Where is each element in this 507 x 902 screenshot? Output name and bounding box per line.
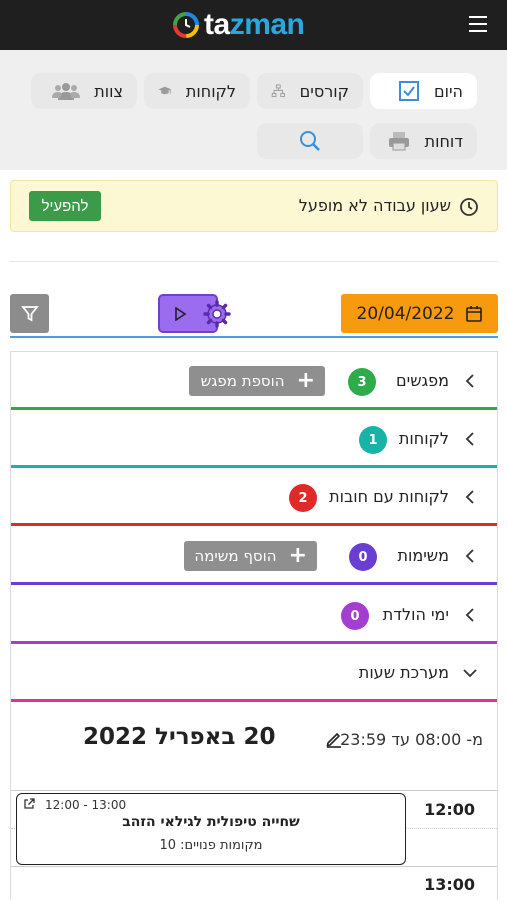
add-task-label: הוסף משימה xyxy=(194,547,277,565)
section-label: מערכת שעות xyxy=(358,663,449,682)
divider xyxy=(10,261,498,262)
section-color-line xyxy=(11,523,497,526)
nav-customers-button[interactable]: לקוחות xyxy=(144,73,250,109)
graduation-cap-icon xyxy=(158,86,172,95)
section-customers-with-debts[interactable]: לקוחות עם חובות 2 xyxy=(11,468,497,526)
date-picker-button[interactable]: 20/04/2022 xyxy=(341,294,498,333)
plus-icon: + xyxy=(288,543,307,568)
work-clock-alert: שעון עבודה לא מופעל להפעיל xyxy=(10,180,498,232)
add-meeting-label: הוספת מפגש xyxy=(200,372,285,390)
nav-team-label: צוות xyxy=(94,81,123,101)
section-meetings[interactable]: מפגשים 3 + הוספת מפגש xyxy=(11,352,497,410)
printer-icon xyxy=(388,132,409,151)
day-header: מ- 08:00 עד 23:59 20 באפריל 2022 xyxy=(11,702,497,787)
time-column: 12:00 13:00 xyxy=(409,791,497,902)
filter-button[interactable] xyxy=(10,294,49,333)
chevron-left-icon xyxy=(465,374,474,388)
users-icon xyxy=(52,83,81,100)
nav-reports-label: דוחות xyxy=(424,131,463,151)
checkbox-icon xyxy=(398,81,419,101)
add-meeting-button[interactable]: + הוספת מפגש xyxy=(189,366,325,396)
section-label: לקוחות עם חובות xyxy=(329,487,449,506)
alert-text: שעון עבודה לא מופעל xyxy=(298,196,451,215)
chevron-left-icon xyxy=(465,432,474,446)
section-customers[interactable]: לקוחות 1 xyxy=(11,410,497,468)
schedule-grid: 12:00 13:00 12:00 - 13:00 שחייה טיפולית … xyxy=(11,790,497,901)
main-nav: היום קורסים לקוחות צוות דוחות xyxy=(0,50,507,170)
event-availability: מקומות פנויים: 10 xyxy=(159,838,263,853)
time-label: 12:00 xyxy=(424,800,475,819)
chevron-left-icon xyxy=(465,608,474,622)
top-bar: tazman xyxy=(0,0,507,50)
section-schedule[interactable]: מערכת שעות xyxy=(11,644,497,702)
brand-name: tazman xyxy=(204,8,305,42)
chevron-left-icon xyxy=(465,490,474,504)
nav-courses-label: קורסים xyxy=(299,81,349,101)
event-title: שחייה טיפולית לגילאי הזהב xyxy=(122,814,300,830)
nav-reports-button[interactable]: דוחות xyxy=(370,123,477,159)
section-label: לקוחות xyxy=(398,429,449,448)
menu-icon[interactable] xyxy=(469,16,487,32)
plus-icon: + xyxy=(296,368,315,393)
day-date-title: 20 באפריל 2022 xyxy=(83,724,276,750)
nav-team-button[interactable]: צוות xyxy=(31,73,137,109)
dashboard-panel: מפגשים 3 + הוספת מפגש לקוחות 1 לקוחות עם … xyxy=(10,351,498,901)
nav-today-button[interactable]: היום xyxy=(370,73,477,109)
search-icon xyxy=(300,131,320,151)
event-time: 12:00 - 13:00 xyxy=(45,798,127,812)
count-badge: 0 xyxy=(349,543,377,571)
count-badge: 2 xyxy=(289,484,317,512)
brand-name-prefix: ta xyxy=(204,8,230,41)
time-label: 13:00 xyxy=(424,875,475,894)
gear-icon[interactable] xyxy=(202,299,232,329)
section-label: מפגשים xyxy=(396,371,449,390)
selected-date: 20/04/2022 xyxy=(356,303,455,324)
count-badge: 3 xyxy=(348,368,376,396)
count-badge: 1 xyxy=(359,426,387,454)
filter-icon xyxy=(20,305,39,321)
activate-button[interactable]: להפעיל xyxy=(29,191,101,221)
section-tasks[interactable]: משימות 0 + הוסף משימה xyxy=(11,527,497,585)
toolbar-underline xyxy=(10,336,498,338)
brand-logo[interactable]: tazman xyxy=(172,8,305,42)
event-card[interactable]: 12:00 - 13:00 שחייה טיפולית לגילאי הזהב … xyxy=(16,793,406,865)
play-icon xyxy=(175,306,187,321)
clock-icon xyxy=(460,198,478,216)
nav-today-label: היום xyxy=(433,81,463,101)
section-birthdays[interactable]: ימי הולדת 0 xyxy=(11,586,497,644)
pencil-icon[interactable] xyxy=(325,730,343,748)
calendar-icon xyxy=(465,305,482,322)
working-hours-text: מ- 08:00 עד 23:59 xyxy=(340,730,483,749)
section-label: משימות xyxy=(397,546,449,565)
chevron-down-icon xyxy=(463,669,477,678)
nav-customers-label: לקוחות xyxy=(185,81,236,101)
logo-clock-icon xyxy=(173,12,199,38)
chevron-left-icon xyxy=(465,549,474,563)
brand-name-rest: zman xyxy=(229,8,305,41)
add-task-button[interactable]: + הוסף משימה xyxy=(184,541,317,571)
section-label: ימי הולדת xyxy=(382,605,449,624)
nav-courses-button[interactable]: קורסים xyxy=(257,73,363,109)
sitemap-icon xyxy=(271,84,285,97)
external-link-icon[interactable] xyxy=(23,798,35,810)
section-color-line xyxy=(11,582,497,585)
count-badge: 0 xyxy=(341,602,369,630)
search-button[interactable] xyxy=(257,123,363,159)
